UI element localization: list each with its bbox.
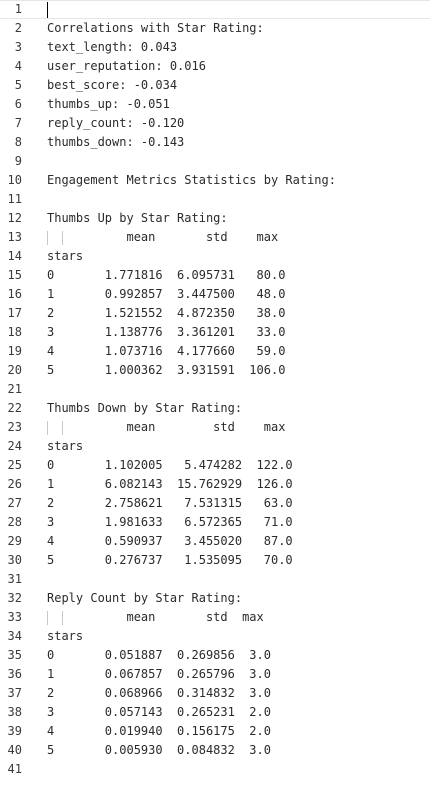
indent-guide xyxy=(62,421,63,435)
indent-guide xyxy=(47,611,48,625)
line-number: 7 xyxy=(14,116,22,130)
indent-guide xyxy=(62,231,63,245)
current-line-highlight xyxy=(0,0,430,19)
code-line: 0 1.771816 6.095731 80.0 xyxy=(47,268,286,282)
line-number: 30 xyxy=(7,553,22,567)
code-line: mean std max xyxy=(47,610,264,624)
code-line: 0 1.102005 5.474282 122.0 xyxy=(47,458,293,472)
line-number: 1 xyxy=(14,2,22,16)
code-line: 3 1.981633 6.572365 71.0 xyxy=(47,515,293,529)
code-line: stars xyxy=(47,249,84,263)
line-number: 8 xyxy=(14,135,22,149)
code-line: 5 1.000362 3.931591 106.0 xyxy=(47,363,286,377)
code-line: 4 0.019940 0.156175 2.0 xyxy=(47,724,271,738)
code-line: thumbs_down: -0.143 xyxy=(47,135,185,149)
line-number: 3 xyxy=(14,40,22,54)
code-line: thumbs_up: -0.051 xyxy=(47,97,170,111)
line-number: 17 xyxy=(7,306,22,320)
line-number: 26 xyxy=(7,477,22,491)
line-number: 10 xyxy=(7,173,22,187)
code-line: mean std max xyxy=(47,230,279,244)
line-number: 12 xyxy=(7,211,22,225)
code-line: 1 0.992857 3.447500 48.0 xyxy=(47,287,286,301)
code-line: Reply Count by Star Rating: xyxy=(47,591,243,605)
code-line: stars xyxy=(47,629,84,643)
line-number: 22 xyxy=(7,401,22,415)
line-number: 11 xyxy=(7,192,22,206)
code-line: Correlations with Star Rating: xyxy=(47,21,264,35)
code-line: 5 0.276737 1.535095 70.0 xyxy=(47,553,293,567)
line-number: 5 xyxy=(14,78,22,92)
code-line: text_length: 0.043 xyxy=(47,40,178,54)
code-line: Engagement Metrics Statistics by Rating: xyxy=(47,173,336,187)
code-line: 2 0.068966 0.314832 3.0 xyxy=(47,686,271,700)
code-line: 0 0.051887 0.269856 3.0 xyxy=(47,648,271,662)
line-number: 28 xyxy=(7,515,22,529)
code-line: stars xyxy=(47,439,84,453)
code-line: 1 0.067857 0.265796 3.0 xyxy=(47,667,271,681)
line-number: 4 xyxy=(14,59,22,73)
code-line: mean std max xyxy=(47,420,286,434)
line-number: 39 xyxy=(7,724,22,738)
line-number: 36 xyxy=(7,667,22,681)
indent-guide xyxy=(47,231,48,245)
line-number: 15 xyxy=(7,268,22,282)
line-number: 37 xyxy=(7,686,22,700)
code-line: user_reputation: 0.016 xyxy=(47,59,206,73)
line-number: 34 xyxy=(7,629,22,643)
line-number: 6 xyxy=(14,97,22,111)
line-number: 21 xyxy=(7,382,22,396)
line-number: 18 xyxy=(7,325,22,339)
code-line: Thumbs Up by Star Rating: xyxy=(47,211,228,225)
line-number: 35 xyxy=(7,648,22,662)
line-number: 25 xyxy=(7,458,22,472)
line-number: 13 xyxy=(7,230,22,244)
line-number: 32 xyxy=(7,591,22,605)
code-line: best_score: -0.034 xyxy=(47,78,178,92)
code-line: 3 1.138776 3.361201 33.0 xyxy=(47,325,286,339)
line-number: 27 xyxy=(7,496,22,510)
code-line: Thumbs Down by Star Rating: xyxy=(47,401,243,415)
line-number: 19 xyxy=(7,344,22,358)
code-line: reply_count: -0.120 xyxy=(47,116,185,130)
code-line: 2 2.758621 7.531315 63.0 xyxy=(47,496,293,510)
text-editor[interactable]: 1 2 3 4 5 6 7 8 9 10 11 12 13 14 15 16 17 18 19 20 21 22 23 24 2… xyxy=(0,0,430,799)
code-line: 3 0.057143 0.265231 2.0 xyxy=(47,705,271,719)
line-number: 16 xyxy=(7,287,22,301)
line-number: 31 xyxy=(7,572,22,586)
line-number: 23 xyxy=(7,420,22,434)
line-number: 24 xyxy=(7,439,22,453)
code-line: 4 1.073716 4.177660 59.0 xyxy=(47,344,286,358)
line-number: 20 xyxy=(7,363,22,377)
code-line: 2 1.521552 4.872350 38.0 xyxy=(47,306,286,320)
code-line: 4 0.590937 3.455020 87.0 xyxy=(47,534,293,548)
line-number: 38 xyxy=(7,705,22,719)
line-number: 41 xyxy=(7,762,22,776)
indent-guide xyxy=(47,421,48,435)
line-number: 2 xyxy=(14,21,22,35)
line-number: 29 xyxy=(7,534,22,548)
line-number: 14 xyxy=(7,249,22,263)
code-line: 5 0.005930 0.084832 3.0 xyxy=(47,743,271,757)
text-cursor xyxy=(47,2,48,18)
line-number: 33 xyxy=(7,610,22,624)
indent-guide xyxy=(62,611,63,625)
code-line: 1 6.082143 15.762929 126.0 xyxy=(47,477,293,491)
line-number: 40 xyxy=(7,743,22,757)
line-number: 9 xyxy=(14,154,22,168)
